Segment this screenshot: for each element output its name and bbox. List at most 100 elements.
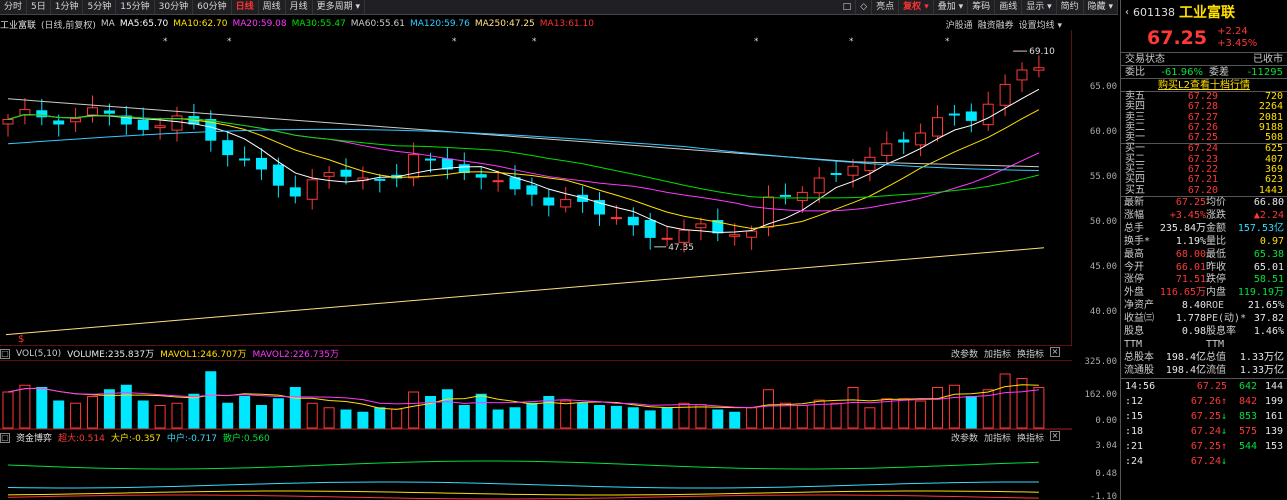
candle[interactable] [1033,55,1045,78]
dollar-marker: $ [18,334,24,345]
high-label: 69.10 [1029,47,1055,57]
volume-bar [999,373,1011,429]
fund-chart[interactable] [0,445,1072,500]
stat-label: 今开 [1124,261,1144,273]
star-marker: * [163,37,168,47]
tick-count: 153 [1264,440,1283,452]
volume-bar [695,404,707,429]
volume-chart[interactable] [0,360,1072,430]
tick-time: 14:56 [1125,380,1156,392]
vol-link-1[interactable]: 加指标 [984,347,1011,360]
candle[interactable] [729,223,741,246]
candle[interactable] [982,91,994,131]
weicha-label: 委差 [1209,67,1229,78]
candle[interactable] [847,159,859,188]
fund-mid: 中户:-0.717 [166,434,217,444]
fund-link-0[interactable]: 改参数 [951,431,978,444]
candle[interactable] [289,175,301,204]
candle[interactable] [19,98,31,125]
close-icon[interactable]: × [1050,431,1060,441]
tick-count [1257,454,1283,469]
candlestick-chart[interactable]: 69.10 47.35 $ * * * * * * * [0,0,1072,346]
candle[interactable] [881,131,893,162]
volume-bar [594,405,605,429]
volume-bar [543,396,555,429]
tick-count: 161 [1264,410,1283,422]
candle[interactable] [543,188,555,217]
candle[interactable] [948,104,960,126]
stat-value: 119.19万 [1237,287,1284,299]
volume-bar [729,411,741,429]
volume-bar [965,396,977,429]
candle[interactable] [763,185,774,237]
candle[interactable] [256,148,267,180]
candle[interactable] [932,105,943,142]
star-marker: * [849,37,854,47]
candle[interactable] [560,187,572,213]
stat-label: 股息TTM [1124,326,1144,350]
volume-bar [932,387,943,429]
volume-bar [746,407,758,429]
candle[interactable] [120,105,132,135]
collapse-icon[interactable]: □ [0,348,10,359]
candle[interactable] [594,192,605,226]
candle[interactable] [475,167,487,190]
candle[interactable] [796,186,808,213]
candle[interactable] [306,168,318,210]
candle[interactable] [779,183,791,205]
stat-label: 最高 [1124,248,1144,260]
candle[interactable] [137,107,149,136]
l2-link[interactable]: 购买L2查看十档行情 [1121,78,1287,92]
volume-bar [796,405,808,429]
stat-value: 0.97 [1259,235,1284,247]
vol-tick: 0.00 [1095,416,1117,426]
stat-label: 昨收 [1206,261,1226,273]
candle[interactable] [323,166,335,189]
candle[interactable] [205,110,217,152]
volume-bar [256,405,267,429]
candle[interactable] [1016,62,1028,93]
candle[interactable] [340,158,352,185]
volume-bar [36,387,48,429]
fund-link-2[interactable]: 换指标 [1017,431,1044,444]
ask-price[interactable]: 67.25 [1153,132,1218,143]
candle[interactable] [695,217,707,241]
candle[interactable] [36,98,48,126]
stat-label: 总手 [1124,222,1144,234]
candle[interactable] [87,95,98,123]
candle[interactable] [712,208,724,242]
candle[interactable] [188,103,200,130]
candle[interactable] [965,103,977,133]
stat-value: 116.65万 [1159,287,1206,299]
volume-bar [441,389,453,429]
candle[interactable] [915,123,927,157]
toolbar-btn-9[interactable]: 隐藏 ▾ [1084,0,1118,14]
volume-bar [120,384,132,429]
stat-label: 涨停 [1124,274,1144,286]
back-icon[interactable]: ‹ [1125,7,1129,18]
candle[interactable] [2,114,14,137]
tick-price: 67.25↓ [1155,409,1227,424]
stat-label: 最新 [1124,196,1144,208]
candle[interactable] [70,107,82,132]
candle[interactable] [408,142,420,187]
candle[interactable] [458,152,470,181]
candle[interactable] [492,170,504,192]
volume-bar [391,408,403,429]
fund-link-1[interactable]: 加指标 [984,431,1011,444]
candle[interactable] [577,186,589,213]
candle[interactable] [391,163,403,188]
candle[interactable] [830,161,842,182]
candle[interactable] [644,212,656,250]
candle[interactable] [222,132,234,167]
volume-bar [577,402,589,429]
candle[interactable] [239,146,251,167]
close-icon[interactable]: × [1050,347,1060,357]
collapse-icon[interactable]: □ [0,432,10,443]
vol-link-0[interactable]: 改参数 [951,347,978,360]
candle[interactable] [898,131,910,155]
weibi-value: -61.96% [1161,67,1203,78]
candle[interactable] [374,173,386,193]
bid-price[interactable]: 67.20 [1153,185,1218,196]
vol-link-2[interactable]: 换指标 [1017,347,1044,360]
